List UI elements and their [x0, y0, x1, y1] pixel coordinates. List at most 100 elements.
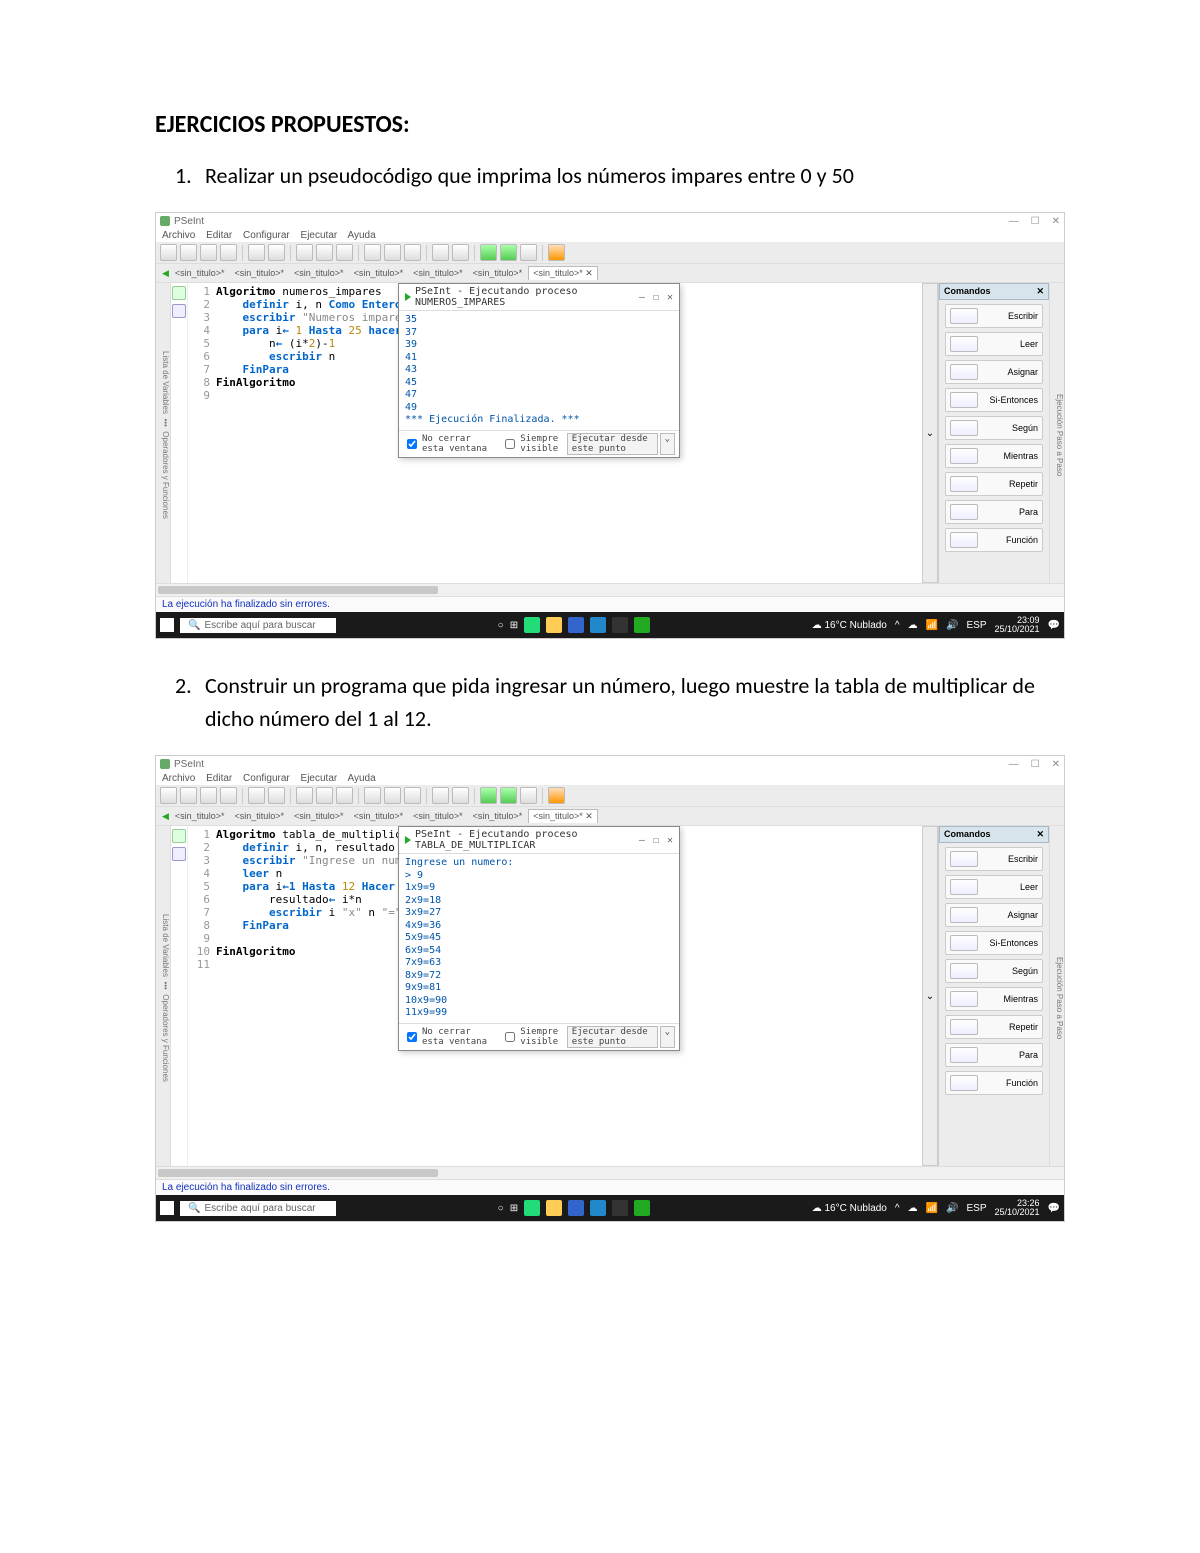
command-para[interactable]: Para	[945, 1043, 1043, 1067]
tool-run-icon[interactable]	[480, 787, 497, 804]
horizontal-scrollbar[interactable]	[156, 583, 1064, 596]
menu-ayuda[interactable]: Ayuda	[347, 773, 375, 784]
explorer-icon[interactable]	[546, 1200, 562, 1216]
chk-no-close[interactable]: No cerrar esta ventana	[403, 434, 493, 454]
editor-tab[interactable]: <sin_titulo>*	[230, 267, 288, 279]
cortana-icon[interactable]: ○	[498, 620, 504, 631]
tab-close-icon[interactable]: ✕	[585, 811, 593, 821]
tool-cut-icon[interactable]	[296, 787, 313, 804]
tray-volume-icon[interactable]: 🔊	[946, 1203, 958, 1214]
maximize-button[interactable]: ☐	[1031, 759, 1040, 770]
tool-cut-icon[interactable]	[296, 244, 313, 261]
menu-archivo[interactable]: Archivo	[162, 230, 195, 241]
close-button[interactable]: ✕	[1052, 759, 1060, 770]
command-asignar[interactable]: Asignar	[945, 903, 1043, 927]
mail-icon[interactable]	[590, 1200, 606, 1216]
command-si-entonces[interactable]: Si-Entonces	[945, 931, 1043, 955]
tray-notifications-icon[interactable]: 💬	[1048, 1203, 1060, 1214]
out-close-button[interactable]: ✕	[667, 292, 673, 303]
panel-close-icon[interactable]: ✕	[1036, 286, 1044, 297]
command-función[interactable]: Función	[945, 528, 1043, 552]
out-minimize-button[interactable]: —	[639, 292, 645, 303]
code-editor[interactable]: 1Algoritmo tabla_de_multiplicar2 definir…	[188, 826, 922, 1166]
tool-find-icon[interactable]	[404, 787, 421, 804]
taskbar-search[interactable]: 🔍 Escribe aquí para buscar	[180, 618, 336, 633]
tool-saveas-icon[interactable]	[220, 787, 237, 804]
out-close-button[interactable]: ✕	[667, 835, 673, 846]
menu-ejecutar[interactable]: Ejecutar	[301, 230, 338, 241]
toolbar[interactable]	[156, 242, 1064, 264]
panel-collapse-button[interactable]: ⌄	[922, 283, 938, 583]
tool-stop-icon[interactable]	[520, 787, 537, 804]
tray-wifi-icon[interactable]: 📶	[926, 620, 938, 631]
menu-configurar[interactable]: Configurar	[243, 773, 290, 784]
mail-icon[interactable]	[590, 617, 606, 633]
chk-always-visible[interactable]: Siempre visible	[501, 1027, 567, 1047]
command-leer[interactable]: Leer	[945, 332, 1043, 356]
editor-tab-active[interactable]: <sin_titulo>* ✕	[528, 809, 598, 823]
explorer-icon[interactable]	[546, 617, 562, 633]
chk-no-close[interactable]: No cerrar esta ventana	[403, 1027, 493, 1047]
vars-icon[interactable]	[172, 286, 186, 300]
command-repetir[interactable]: Repetir	[945, 472, 1043, 496]
tray-wifi-icon[interactable]: 📶	[926, 1203, 938, 1214]
tool-indent-icon[interactable]	[384, 787, 401, 804]
menu-ayuda[interactable]: Ayuda	[347, 230, 375, 241]
minimize-button[interactable]: —	[1009, 216, 1019, 227]
left-side-label[interactable]: Lista de Variables ••• Operadores y Func…	[156, 826, 171, 1166]
taskview-icon[interactable]: ⊞	[510, 620, 518, 631]
taskview-icon[interactable]: ⊞	[510, 1203, 518, 1214]
tool-new-icon[interactable]	[160, 787, 177, 804]
ops-icon[interactable]	[172, 847, 186, 861]
command-repetir[interactable]: Repetir	[945, 1015, 1043, 1039]
command-para[interactable]: Para	[945, 500, 1043, 524]
command-leer[interactable]: Leer	[945, 875, 1043, 899]
app-icon[interactable]	[612, 617, 628, 633]
editor-tab[interactable]: <sin_titulo>*	[171, 267, 229, 279]
left-gutter-icons[interactable]	[171, 826, 188, 1166]
tray-volume-icon[interactable]: 🔊	[946, 620, 958, 631]
pseint-icon[interactable]	[634, 617, 650, 633]
panel-close-icon[interactable]: ✕	[1036, 829, 1044, 840]
tool-desk-icon[interactable]	[452, 244, 469, 261]
pseint-icon[interactable]	[634, 1200, 650, 1216]
right-side-label[interactable]: Ejecución Paso a Paso	[1049, 826, 1064, 1166]
command-según[interactable]: Según	[945, 416, 1043, 440]
tool-open-icon[interactable]	[180, 244, 197, 261]
run-from-here-button[interactable]: Ejecutar desde este punto	[567, 1026, 658, 1048]
run-dropdown-button[interactable]: ⌄	[660, 433, 675, 455]
tray-chevron-icon[interactable]: ^	[895, 620, 900, 631]
start-button-icon[interactable]	[160, 1201, 174, 1215]
code-editor[interactable]: 1Algoritmo numeros_impares2 definir i, n…	[188, 283, 922, 583]
minimize-button[interactable]: —	[1009, 759, 1019, 770]
maximize-button[interactable]: ☐	[1031, 216, 1040, 227]
out-maximize-button[interactable]: ☐	[653, 835, 659, 846]
tray-onedrive-icon[interactable]: ☁	[908, 620, 918, 631]
editor-tab[interactable]: <sin_titulo>*	[469, 267, 527, 279]
editor-tab[interactable]: <sin_titulo>*	[350, 810, 408, 822]
tool-fix-icon[interactable]	[364, 787, 381, 804]
editor-tab[interactable]: <sin_titulo>*	[469, 810, 527, 822]
tool-new-icon[interactable]	[160, 244, 177, 261]
tool-copy-icon[interactable]	[316, 244, 333, 261]
tool-run-icon[interactable]	[480, 244, 497, 261]
tray-notifications-icon[interactable]: 💬	[1048, 620, 1060, 631]
menu-editar[interactable]: Editar	[206, 230, 232, 241]
command-mientras[interactable]: Mientras	[945, 444, 1043, 468]
editor-tab[interactable]: <sin_titulo>*	[409, 267, 467, 279]
app-icon[interactable]	[612, 1200, 628, 1216]
tab-prev-icon[interactable]: ◀	[162, 268, 169, 279]
tool-stop-icon[interactable]	[520, 244, 537, 261]
tool-undo-icon[interactable]	[248, 787, 265, 804]
run-dropdown-button[interactable]: ⌄	[660, 1026, 675, 1048]
command-escribir[interactable]: Escribir	[945, 847, 1043, 871]
tool-save-icon[interactable]	[200, 244, 217, 261]
tool-help-icon[interactable]	[548, 787, 565, 804]
right-side-label[interactable]: Ejecución Paso a Paso	[1049, 283, 1064, 583]
toolbar[interactable]	[156, 785, 1064, 807]
menu-configurar[interactable]: Configurar	[243, 230, 290, 241]
tool-undo-icon[interactable]	[248, 244, 265, 261]
menu-archivo[interactable]: Archivo	[162, 773, 195, 784]
command-asignar[interactable]: Asignar	[945, 360, 1043, 384]
command-según[interactable]: Según	[945, 959, 1043, 983]
